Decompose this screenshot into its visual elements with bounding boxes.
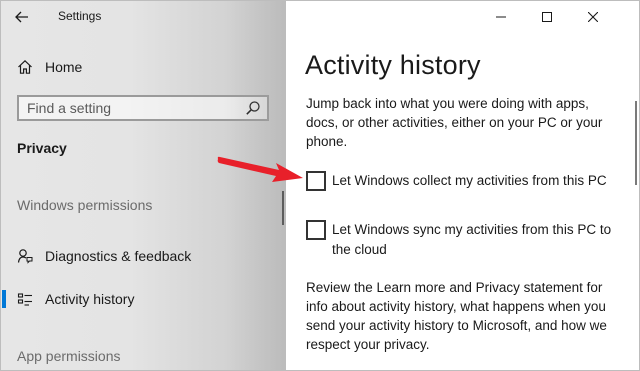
review-text: Review the Learn more and Privacy statem… [306,280,607,352]
sync-activities-checkbox-row[interactable]: Let Windows sync my activities from this… [306,220,626,260]
content-pane: Activity history Jump back into what you… [286,1,639,370]
collect-activities-checkbox[interactable] [306,171,326,191]
page-title: Activity history [305,50,481,80]
sidebar-item-activity-history[interactable]: Activity history [1,284,286,314]
minimize-button[interactable] [481,1,521,33]
group-heading-windows-permissions: Windows permissions [17,197,153,213]
checkbox-label: Let Windows sync my activities from this… [332,222,612,257]
group-heading-app-permissions: App permissions [17,348,121,364]
minimize-icon [496,16,506,18]
pane-splitter[interactable] [282,191,284,225]
sync-activities-checkbox[interactable] [306,220,326,240]
activity-history-icon [17,293,32,306]
app-title: Settings [58,9,102,23]
search-box[interactable] [17,95,269,121]
sidebar-item-home[interactable]: Home [1,53,286,81]
maximize-button[interactable] [527,1,567,33]
back-button[interactable] [11,6,33,28]
search-input[interactable] [19,97,247,119]
maximize-icon [542,12,552,22]
back-arrow-icon [15,11,28,23]
feedback-icon [17,249,33,264]
sidebar: Settings Home Privacy Windows permission… [1,1,286,370]
home-icon [18,59,32,74]
close-button[interactable] [573,1,613,33]
checkbox-label: Let Windows collect my activities from t… [332,173,607,188]
section-title: Privacy [17,140,67,156]
selection-indicator [2,290,6,308]
sidebar-item-label: Diagnostics & feedback [45,248,192,264]
titlebar: Settings [1,1,286,33]
intro-text: Jump back into what you were doing with … [306,96,603,149]
home-label: Home [45,59,83,75]
sidebar-item-diagnostics-feedback[interactable]: Diagnostics & feedback [1,241,286,271]
close-icon [588,12,598,22]
search-icon[interactable] [245,100,261,116]
sidebar-item-label: Activity history [45,291,135,307]
collect-activities-checkbox-row[interactable]: Let Windows collect my activities from t… [306,171,626,191]
settings-window: Settings Home Privacy Windows permission… [0,0,640,371]
scrollbar[interactable] [635,101,637,185]
